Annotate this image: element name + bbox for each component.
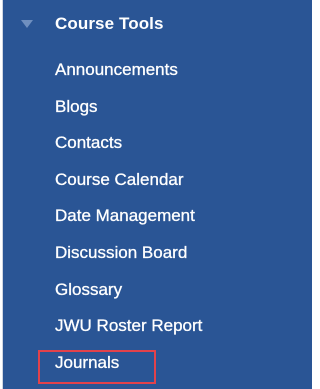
course-tools-title: Course Tools [55, 14, 164, 33]
tool-item-journals[interactable]: Journals [55, 352, 202, 389]
tool-item-label: Date Management [55, 206, 195, 226]
course-tools-list: Announcements Blogs Contacts Course Cale… [55, 59, 203, 389]
tool-item-blogs[interactable]: Blogs [55, 96, 202, 133]
tool-item-announcements[interactable]: Announcements [55, 59, 202, 96]
tool-item-label: Blogs [55, 96, 98, 116]
tool-item-glossary[interactable]: Glossary [55, 279, 202, 316]
tool-item-label: Glossary [55, 279, 123, 299]
course-tools-header[interactable]: Course Tools [3, 10, 312, 40]
tool-item-jwu-roster-report[interactable]: JWU Roster Report [55, 315, 203, 352]
tool-item-label: Announcements [55, 60, 178, 79]
tool-item-label: Course Calendar [55, 169, 184, 189]
tool-item-date-management[interactable]: Date Management [55, 205, 202, 242]
tool-item-label: JWU Roster Report [55, 316, 203, 336]
tool-item-discussion-board[interactable]: Discussion Board [55, 242, 202, 279]
caret-down-icon[interactable] [21, 20, 33, 28]
course-tools-panel: Course Tools Announcements Blogs Contact… [2, 0, 312, 389]
tool-item-label: Contacts [55, 133, 123, 153]
tool-item-label: Journals [55, 352, 120, 372]
tool-item-label: Discussion Board [55, 242, 188, 262]
tool-item-contacts[interactable]: Contacts [55, 132, 202, 169]
tool-item-course-calendar[interactable]: Course Calendar [55, 169, 202, 206]
